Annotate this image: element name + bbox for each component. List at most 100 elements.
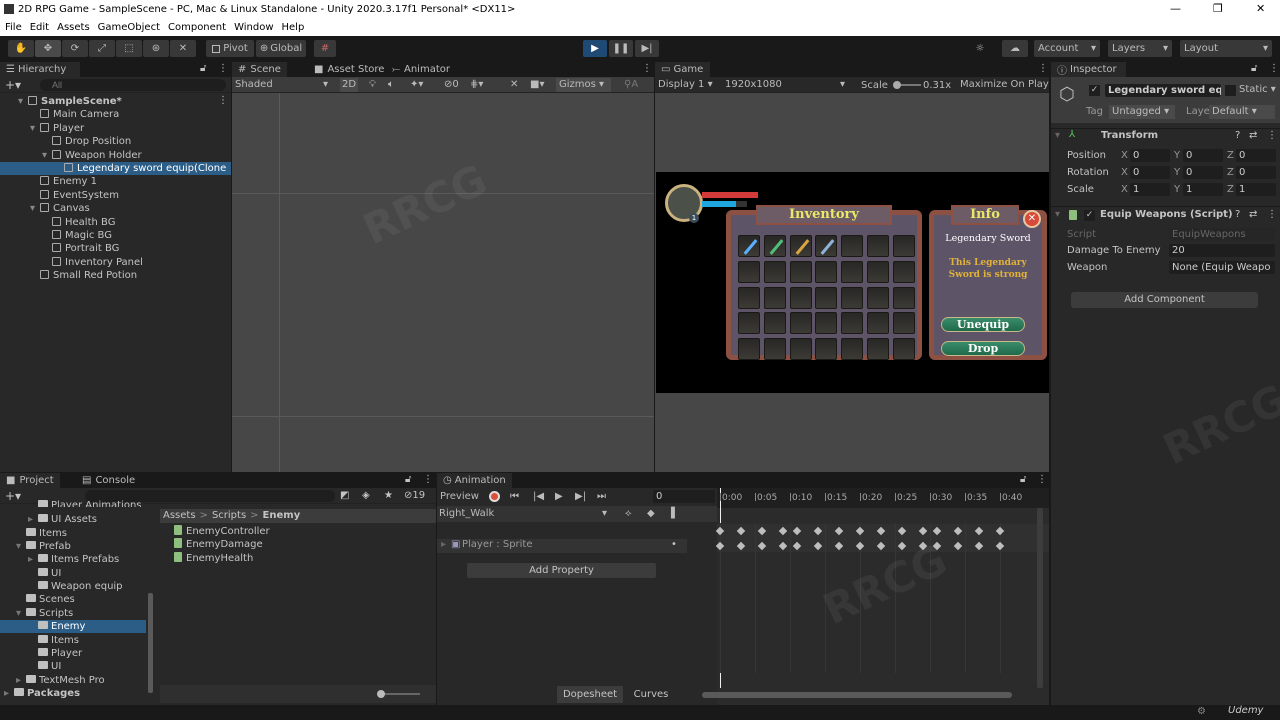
play-button[interactable]: ▶ xyxy=(583,40,607,57)
display-dropdown[interactable]: Display 1 ▾ xyxy=(658,78,713,92)
tab-animation[interactable]: ◷ Animation xyxy=(437,473,512,488)
inventory-slot[interactable] xyxy=(815,312,838,335)
hierarchy-item[interactable]: Magic BG xyxy=(0,229,231,242)
hierarchy-search-input[interactable] xyxy=(40,79,226,91)
slider-handle[interactable] xyxy=(893,81,901,89)
inventory-slot[interactable] xyxy=(867,286,889,309)
tab-console[interactable]: ▤ Console xyxy=(76,473,141,488)
foldout-icon[interactable]: ▾ xyxy=(16,607,21,620)
tag-dropdown[interactable]: Untagged ▾ xyxy=(1109,105,1175,119)
script-file[interactable]: EnemyHealth xyxy=(174,551,253,565)
pivot-toggle[interactable]: Pivot xyxy=(206,40,254,57)
menu-help[interactable]: Help xyxy=(282,22,305,33)
inventory-slot[interactable] xyxy=(738,312,760,335)
rotation-z-input[interactable]: 0 xyxy=(1236,166,1276,179)
hierarchy-item[interactable]: ▾ Canvas xyxy=(0,202,231,215)
inventory-slot[interactable] xyxy=(789,286,812,309)
hierarchy-item[interactable]: ▾ Player xyxy=(0,122,231,135)
scale-x-input[interactable]: 1 xyxy=(1130,183,1170,196)
more-icon[interactable]: ⋮ xyxy=(1037,474,1047,485)
inventory-slot[interactable] xyxy=(867,260,889,283)
add-component-button[interactable]: Add Component xyxy=(1071,292,1258,308)
inventory-slot[interactable] xyxy=(815,338,838,361)
account-dropdown[interactable]: Account ▾ xyxy=(1034,40,1100,57)
enabled-checkbox[interactable]: ✓ xyxy=(1084,210,1095,221)
audio-icon[interactable]: 🔈︎ xyxy=(388,78,394,92)
inventory-slot[interactable] xyxy=(867,312,889,335)
grid-icon[interactable]: ⋕▾ xyxy=(470,78,483,92)
foldout-icon[interactable]: ▾ xyxy=(16,540,21,553)
record-button[interactable] xyxy=(489,491,500,502)
foldout-icon[interactable]: ▸ xyxy=(28,513,33,526)
inventory-slot[interactable] xyxy=(763,235,786,257)
inventory-slot[interactable] xyxy=(892,260,915,283)
icon-size-slider[interactable] xyxy=(377,690,420,698)
project-folder[interactable]: Items xyxy=(0,527,146,540)
weapon-object-field[interactable]: None (Equip Weapo xyxy=(1169,261,1275,274)
lock-icon[interactable]: 🔓︎ xyxy=(1020,474,1026,485)
more-icon[interactable]: ⋮ xyxy=(218,63,228,74)
inventory-slot[interactable] xyxy=(815,286,838,309)
project-folder[interactable]: ▾ Scripts xyxy=(0,607,146,620)
more-icon[interactable]: ⋮ xyxy=(1269,63,1279,74)
curves-tab[interactable]: Curves xyxy=(623,686,679,703)
foldout-icon[interactable]: ▾ xyxy=(18,95,23,108)
menu-component[interactable]: Component xyxy=(168,22,226,33)
prev-frame-button[interactable]: |◀ xyxy=(533,490,544,504)
hierarchy-item[interactable]: Drop Position xyxy=(0,135,231,148)
hierarchy-item[interactable]: ▾ SampleScene* xyxy=(0,95,231,108)
frame-input[interactable]: 0 xyxy=(653,490,715,503)
close-button[interactable]: ✕ xyxy=(1256,2,1265,15)
scale-z-input[interactable]: 1 xyxy=(1236,183,1276,196)
menu-gameobject[interactable]: GameObject xyxy=(98,22,160,33)
drop-button[interactable]: Drop xyxy=(941,341,1025,356)
foldout-icon[interactable]: ▾ xyxy=(30,202,35,215)
inventory-slot[interactable] xyxy=(789,312,812,335)
inventory-slot[interactable] xyxy=(892,338,915,361)
position-x-input[interactable]: 0 xyxy=(1130,149,1170,162)
script-component-header[interactable]: ▾ ✓ Equip Weapons (Script) ? ⇄ ⋮ xyxy=(1051,206,1280,222)
hierarchy-item[interactable]: ▾ Weapon Holder xyxy=(0,149,231,162)
rect-tool-button[interactable]: ⬚ xyxy=(116,40,142,57)
layers-dropdown[interactable]: Layers ▾ xyxy=(1108,40,1172,57)
more-icon[interactable]: ⋮ xyxy=(423,474,433,485)
project-folder[interactable]: ▸ TextMesh Pro xyxy=(0,674,146,687)
effects-icon[interactable]: ✦▾ xyxy=(410,78,423,92)
project-folder[interactable]: Player Animations xyxy=(0,500,146,507)
resolution-dropdown[interactable]: 1920x1080 ▾ xyxy=(725,78,845,92)
more-icon[interactable]: ⋮ xyxy=(1267,209,1277,220)
hand-tool-button[interactable]: ✋ xyxy=(8,40,34,57)
script-file[interactable]: EnemyController xyxy=(174,525,270,538)
lock-icon[interactable]: 🔓︎ xyxy=(200,63,206,74)
step-button[interactable]: ▶| xyxy=(635,40,659,57)
project-folder[interactable]: Weapon equip xyxy=(0,580,146,593)
add-keyframe-icon[interactable]: ◆ xyxy=(647,507,655,521)
breadcrumb-item[interactable]: Enemy xyxy=(263,510,301,521)
inventory-slot[interactable] xyxy=(738,338,760,361)
tab-inspector[interactable]: ⓘ Inspector xyxy=(1051,62,1126,77)
project-folder[interactable]: UI xyxy=(0,567,146,580)
tools-icon[interactable]: ✕ xyxy=(510,78,518,92)
inventory-slot[interactable] xyxy=(892,312,915,335)
preset-icon[interactable]: ⇄ xyxy=(1249,209,1257,220)
project-folder[interactable]: Items xyxy=(0,634,146,647)
inventory-slot[interactable] xyxy=(789,235,812,257)
add-property-button[interactable]: Add Property xyxy=(467,563,656,578)
inventory-slot[interactable] xyxy=(815,260,838,283)
hierarchy-item[interactable]: EventSystem xyxy=(0,189,231,202)
scale-y-input[interactable]: 1 xyxy=(1183,183,1223,196)
project-folder[interactable]: ▸ Packages xyxy=(0,687,146,700)
dopesheet-tab[interactable]: Dopesheet xyxy=(557,686,623,703)
hidden-objects-toggle[interactable]: ⊘0 xyxy=(444,78,459,92)
pause-button[interactable]: ❚❚ xyxy=(609,40,633,57)
tab-animator[interactable]: ⤚ Animator xyxy=(386,62,456,77)
inventory-slot[interactable] xyxy=(815,235,838,257)
maximize-on-play-toggle[interactable]: Maximize On Play xyxy=(960,78,1049,92)
expand-icon[interactable]: ▸ xyxy=(441,539,446,550)
foldout-icon[interactable]: ▾ xyxy=(42,149,47,162)
global-toggle[interactable]: ⊕ Global xyxy=(256,40,306,57)
hierarchy-item[interactable]: Inventory Panel xyxy=(0,256,231,269)
hierarchy-item[interactable]: Main Camera xyxy=(0,108,231,121)
tab-hierarchy[interactable]: ☰ Hierarchy xyxy=(0,62,80,77)
preview-toggle[interactable]: Preview xyxy=(440,490,479,504)
